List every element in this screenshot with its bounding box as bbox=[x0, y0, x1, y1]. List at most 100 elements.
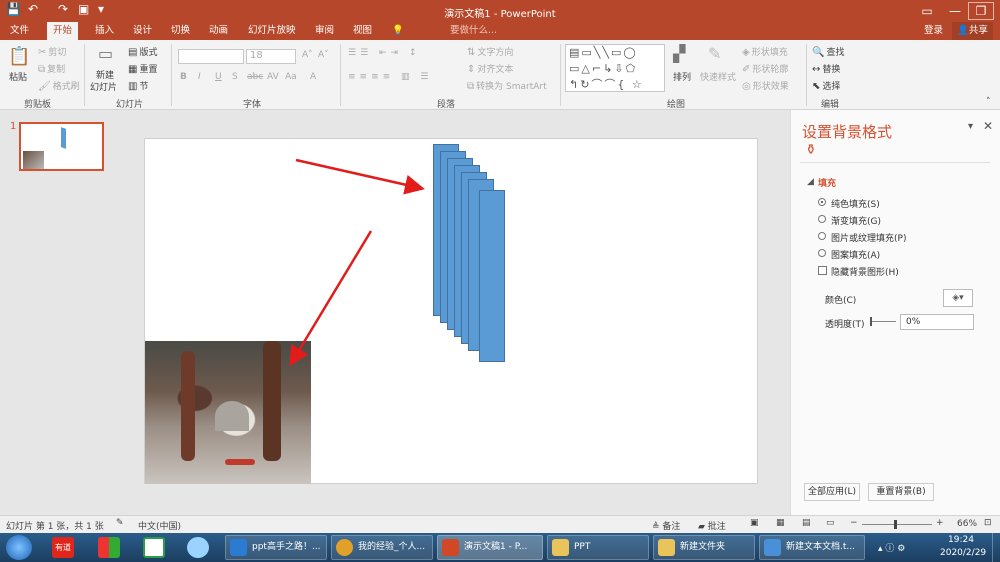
share-button[interactable]: 👤共享 bbox=[952, 22, 993, 40]
select-button[interactable]: ⬉ 选择 bbox=[812, 79, 840, 92]
slide-canvas[interactable] bbox=[144, 138, 758, 484]
taskbar-app[interactable]: 我的经验_个人... bbox=[331, 535, 433, 560]
text-direction-button[interactable]: ⇅ 文字方向 bbox=[467, 45, 513, 58]
quick-styles-button[interactable]: 快速样式 bbox=[700, 70, 736, 83]
language-indicator[interactable]: 中文(中国) bbox=[138, 519, 181, 532]
apply-to-all-button[interactable]: 全部应用(L) bbox=[804, 483, 860, 501]
gradient-fill-label[interactable]: 渐变填充(G) bbox=[831, 214, 881, 227]
app-icon[interactable] bbox=[143, 537, 165, 558]
ribbon-display-icon[interactable]: ▭ bbox=[912, 0, 942, 22]
normal-view-icon[interactable]: ▣ bbox=[750, 518, 759, 528]
italic-button[interactable]: I bbox=[198, 72, 201, 82]
list-buttons[interactable]: ☰☰ ⇤⇥ ↕ bbox=[348, 48, 420, 58]
zoom-level[interactable]: 66% bbox=[957, 519, 977, 529]
tab-home[interactable]: 开始 bbox=[47, 22, 79, 40]
close-pane-icon[interactable]: ✕ bbox=[983, 119, 993, 133]
picture-fill-label[interactable]: 图片或纹理填充(P) bbox=[831, 231, 906, 244]
collapse-fill-icon[interactable]: ◢ bbox=[807, 177, 814, 187]
taskbar-app[interactable]: ppt高手之路！... bbox=[225, 535, 327, 560]
picture-fill-radio[interactable] bbox=[818, 232, 826, 240]
reading-view-icon[interactable]: ▤ bbox=[802, 518, 811, 528]
app-grid-icon[interactable] bbox=[98, 537, 120, 558]
hide-bg-checkbox[interactable] bbox=[818, 266, 827, 275]
fit-to-window-icon[interactable]: ⊡ bbox=[984, 518, 992, 528]
tab-design[interactable]: 设计 bbox=[133, 22, 152, 40]
pattern-fill-label[interactable]: 图案填充(A) bbox=[831, 248, 880, 261]
taskbar-app[interactable]: 新建文件夹 bbox=[653, 535, 755, 560]
youdao-icon[interactable]: 有道 bbox=[52, 537, 74, 558]
strikethrough-button[interactable]: abc bbox=[247, 72, 263, 82]
zoom-slider[interactable] bbox=[862, 524, 932, 525]
shadow-button[interactable]: S bbox=[232, 72, 238, 82]
format-painter-button[interactable]: 🖌 格式刷 bbox=[38, 79, 80, 92]
transparency-slider-thumb[interactable] bbox=[870, 317, 872, 326]
restore-icon[interactable]: ❐ bbox=[968, 2, 994, 20]
pane-options-icon[interactable]: ▾ bbox=[968, 121, 973, 132]
comments-button[interactable]: ▰ 批注 bbox=[698, 519, 726, 532]
start-button[interactable] bbox=[6, 535, 32, 560]
shape-effects-button[interactable]: ◎ 形状效果 bbox=[742, 79, 789, 92]
taskbar-app[interactable]: 新建文本文档.t... bbox=[759, 535, 865, 560]
transparency-input[interactable]: 0% bbox=[900, 314, 974, 330]
shapes-gallery[interactable]: ▤▭╲╲▭◯ ▭△⌐↳⇩⬠ ↰↻⌒⌒{ ☆ bbox=[565, 44, 665, 92]
reset-button[interactable]: ▦ 重置 bbox=[128, 62, 157, 75]
slide-sorter-icon[interactable]: ▦ bbox=[776, 518, 785, 528]
paste-button[interactable]: 粘贴 bbox=[9, 70, 27, 83]
find-button[interactable]: 🔍 查找 bbox=[812, 45, 844, 58]
quick-styles-icon[interactable]: ✎ bbox=[708, 44, 721, 63]
copy-button[interactable]: ⧉ 复制 bbox=[38, 62, 65, 75]
underline-button[interactable]: U bbox=[215, 72, 222, 82]
solid-fill-label[interactable]: 纯色填充(S) bbox=[831, 197, 880, 210]
solid-fill-radio[interactable] bbox=[818, 198, 826, 206]
forest-photo[interactable] bbox=[145, 341, 311, 484]
clock-date[interactable]: 2020/2/29 bbox=[940, 548, 986, 558]
shape-outline-button[interactable]: ✐ 形状轮廓 bbox=[742, 62, 788, 75]
gradient-fill-radio[interactable] bbox=[818, 215, 826, 223]
taskbar-app-active[interactable]: 演示文稿1 - P... bbox=[437, 535, 543, 560]
fill-section-header[interactable]: 填充 bbox=[818, 176, 836, 189]
collapse-ribbon-icon[interactable]: ˄ bbox=[986, 97, 991, 107]
replace-button[interactable]: ↔ 替换 bbox=[812, 62, 840, 75]
layout-button[interactable]: ▤ 版式 bbox=[128, 45, 157, 58]
tab-file[interactable]: 文件 bbox=[10, 22, 29, 40]
arrange-button[interactable]: 排列 bbox=[673, 70, 691, 83]
tab-review[interactable]: 审阅 bbox=[315, 22, 334, 40]
tab-slideshow[interactable]: 幻灯片放映 bbox=[248, 22, 296, 40]
font-name-input[interactable] bbox=[178, 49, 244, 64]
blue-rectangle[interactable] bbox=[479, 190, 505, 362]
shrink-font-icon[interactable]: A˅ bbox=[318, 50, 329, 60]
login-link[interactable]: 登录 bbox=[924, 22, 943, 40]
hide-bg-label[interactable]: 隐藏背景图形(H) bbox=[831, 265, 899, 278]
tab-view[interactable]: 视图 bbox=[353, 22, 372, 40]
change-case-button[interactable]: Aa bbox=[285, 72, 297, 82]
tab-insert[interactable]: 插入 bbox=[95, 22, 114, 40]
transparency-slider[interactable] bbox=[870, 321, 896, 322]
bold-button[interactable]: B bbox=[180, 72, 187, 82]
align-text-button[interactable]: ⇕ 对齐文本 bbox=[467, 62, 513, 75]
new-slide-icon[interactable]: ▭ bbox=[98, 44, 113, 63]
align-buttons[interactable]: ≡≡≡≡ ▥ ☰ bbox=[348, 72, 432, 82]
font-color-button[interactable]: A bbox=[310, 72, 316, 82]
color-picker-button[interactable]: ◈▾ bbox=[943, 289, 973, 307]
paste-icon[interactable]: 📋 bbox=[8, 46, 30, 67]
tab-animations[interactable]: 动画 bbox=[209, 22, 228, 40]
shape-fill-button[interactable]: ◈ 形状填充 bbox=[742, 45, 788, 58]
arrange-icon[interactable]: ▞ bbox=[673, 44, 685, 63]
notes-button[interactable]: ≜ 备注 bbox=[652, 519, 680, 532]
spellcheck-icon[interactable]: ✎ bbox=[116, 518, 124, 528]
zoom-slider-thumb[interactable] bbox=[894, 520, 897, 529]
pattern-fill-radio[interactable] bbox=[818, 249, 826, 257]
show-desktop-button[interactable] bbox=[992, 533, 1000, 562]
font-size-input[interactable]: 18 bbox=[246, 49, 296, 64]
grow-font-icon[interactable]: A˄ bbox=[302, 50, 313, 60]
zoom-out-icon[interactable]: − bbox=[850, 518, 858, 528]
char-spacing-button[interactable]: AV bbox=[267, 72, 279, 82]
zoom-in-icon[interactable]: + bbox=[936, 518, 944, 528]
cut-button[interactable]: ✂ 剪切 bbox=[38, 45, 66, 58]
tell-me-box[interactable]: 要做什么... bbox=[450, 22, 497, 40]
fill-bucket-icon[interactable]: ⚱ bbox=[805, 142, 817, 158]
slide-thumbnail[interactable] bbox=[19, 122, 104, 171]
section-button[interactable]: ▥ 节 bbox=[128, 79, 148, 92]
minimize-icon[interactable]: — bbox=[940, 0, 970, 22]
app-icon[interactable] bbox=[187, 537, 209, 558]
